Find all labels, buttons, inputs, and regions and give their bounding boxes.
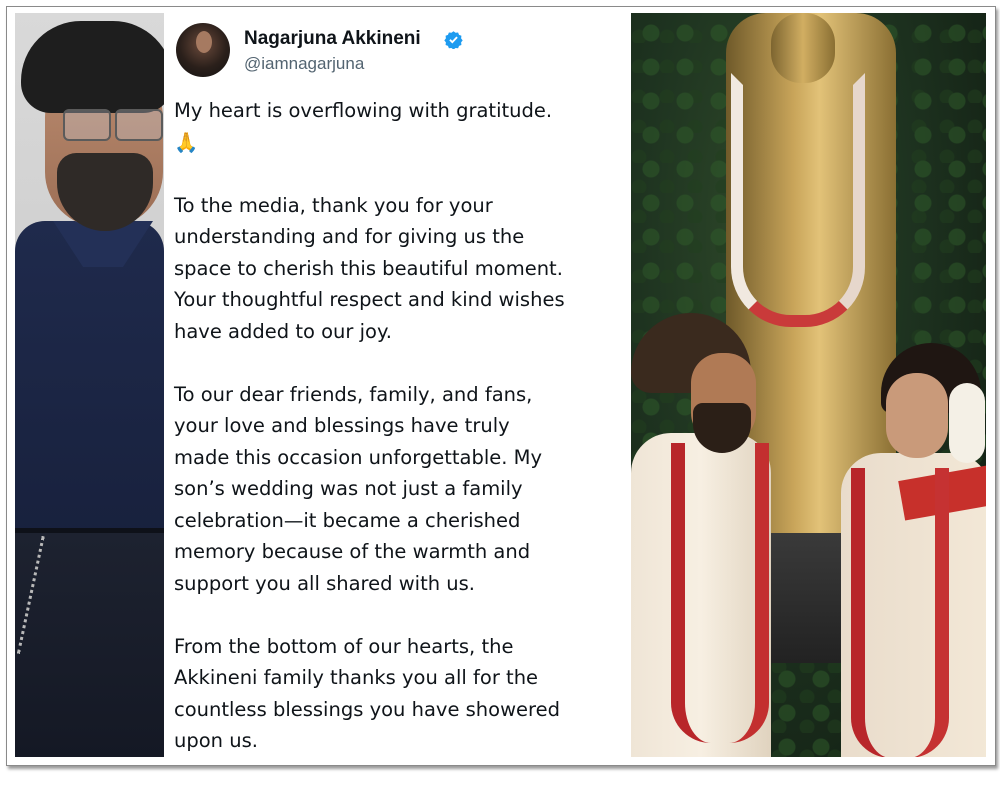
tweet-paragraph: From the bottom of our hearts, the Akkin… — [174, 634, 561, 753]
author-name[interactable]: Nagarjuna Akkineni — [244, 28, 421, 50]
tweet-paragraph: To the media, thank you for your underst… — [174, 193, 565, 343]
portrait-photo — [15, 13, 164, 757]
avatar[interactable] — [176, 23, 230, 77]
author-handle[interactable]: @iamnagarjuna — [244, 54, 364, 74]
verified-badge-icon — [444, 31, 463, 49]
tweet-paragraph: To our dear friends, family, and fans, y… — [174, 382, 543, 595]
tweet-card: Nagarjuna Akkineni @iamnagarjuna My hear… — [164, 13, 630, 757]
tweet-paragraph: My heart is overflowing with gratitude. … — [174, 99, 553, 154]
tweet-text: My heart is overflowing with gratitude. … — [174, 95, 630, 788]
wedding-photo — [631, 13, 986, 757]
